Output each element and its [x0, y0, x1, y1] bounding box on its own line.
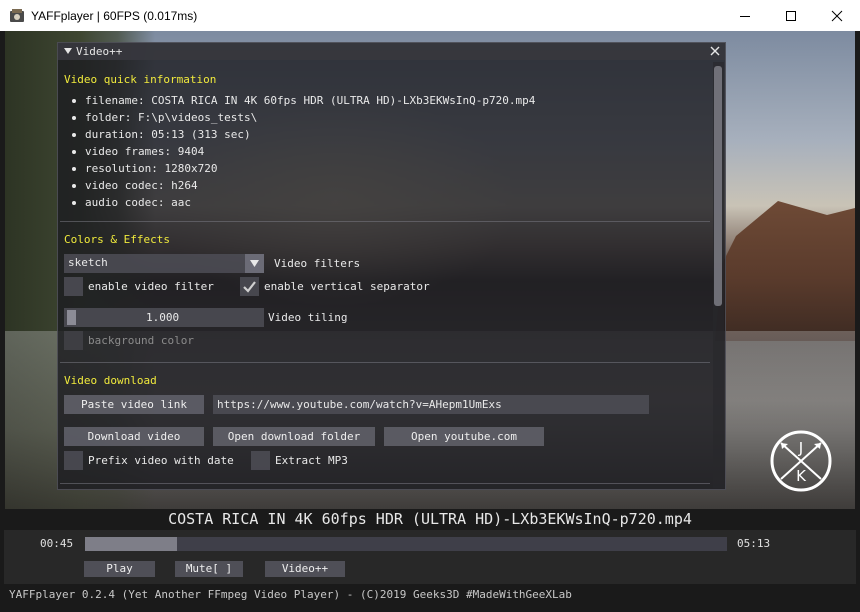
now-playing-filename: COSTA RICA IN 4K 60fps HDR (ULTRA HD)-LX… [0, 509, 860, 529]
video-filter-value: sketch [68, 256, 108, 269]
panel-title: Video++ [76, 45, 123, 58]
videopp-button[interactable]: Video++ [265, 561, 345, 577]
minimize-button[interactable] [722, 0, 768, 31]
section-separator [60, 221, 710, 222]
background-color-swatch[interactable] [64, 331, 83, 350]
info-resolution: resolution: 1280x720 [85, 162, 218, 175]
open-download-folder-button[interactable]: Open download folder [213, 427, 375, 446]
video-filter-label: Video filters [274, 257, 361, 270]
panel-scrollbar-thumb[interactable] [714, 66, 722, 306]
svg-text:J: J [798, 439, 803, 457]
bullet-icon [72, 150, 76, 154]
extract-mp3-label: Extract MP3 [275, 454, 348, 467]
info-folder: folder: F:\p\videos_tests\ [85, 111, 258, 124]
info-duration: duration: 05:13 (313 sec) [85, 128, 251, 141]
section-heading-info: Video quick information [64, 73, 217, 86]
videopp-panel[interactable]: Video++ Video quick information filename… [57, 42, 726, 490]
svg-text:K: K [796, 467, 807, 485]
video-tiling-label: Video tiling [268, 311, 348, 324]
enable-video-filter-label: enable video filter [88, 280, 214, 293]
section-heading-effects: Colors & Effects [64, 233, 170, 246]
window-titlebar: YAFFplayer | 60FPS (0.017ms) [0, 0, 860, 31]
close-icon [831, 10, 843, 21]
panel-titlebar[interactable]: Video++ [58, 43, 725, 60]
video-tiling-slider[interactable]: 1.000 [64, 308, 264, 327]
download-video-button[interactable]: Download video [64, 427, 204, 446]
mute-button[interactable]: Mute[ ] [175, 561, 243, 577]
maximize-button[interactable] [768, 0, 814, 31]
close-button[interactable] [814, 0, 860, 31]
maximize-icon [786, 10, 796, 21]
footer-credits: YAFFplayer 0.2.4 (Yet Another FFmpeg Vid… [9, 588, 572, 601]
checkmark-icon [243, 281, 256, 293]
panel-close-icon[interactable] [710, 46, 720, 56]
background-color-label: background color [88, 334, 194, 347]
info-filename: filename: COSTA RICA IN 4K 60fps HDR (UL… [85, 94, 536, 107]
seek-bar[interactable] [85, 537, 727, 551]
section-heading-download: Video download [64, 374, 157, 387]
bullet-icon [72, 167, 76, 171]
video-tiling-value: 1.000 [146, 311, 180, 324]
slider-grab[interactable] [67, 310, 76, 325]
seek-bar-progress [85, 537, 178, 551]
extract-mp3-checkbox[interactable] [251, 451, 270, 470]
dropdown-button[interactable] [245, 254, 264, 273]
jk-logo-icon: J K [770, 430, 832, 492]
bullet-icon [72, 116, 76, 120]
enable-video-filter-checkbox[interactable] [64, 277, 83, 296]
video-url-input[interactable]: https://www.youtube.com/watch?v=AHepm1Um… [213, 395, 649, 414]
video-filter-dropdown[interactable]: sketch [64, 254, 264, 273]
bullet-icon [72, 133, 76, 137]
paste-video-link-button[interactable]: Paste video link [64, 395, 204, 414]
current-time: 00:45 [40, 537, 74, 550]
open-youtube-button[interactable]: Open youtube.com [384, 427, 544, 446]
bullet-icon [72, 201, 76, 205]
collapse-arrow-icon[interactable] [63, 46, 73, 56]
app-icon [9, 8, 25, 24]
info-audio-codec: audio codec: aac [85, 196, 191, 209]
bullet-icon [72, 99, 76, 103]
prefix-date-label: Prefix video with date [88, 454, 234, 467]
info-frames: video frames: 9404 [85, 145, 205, 158]
play-button[interactable]: Play [84, 561, 155, 577]
total-time: 05:13 [737, 537, 771, 550]
bullet-icon [72, 184, 76, 188]
prefix-date-checkbox[interactable] [64, 451, 83, 470]
minimize-icon [740, 15, 750, 17]
vertical-separator-label: enable vertical separator [264, 280, 430, 293]
dropdown-arrow-icon [250, 260, 259, 267]
window-title: YAFFplayer | 60FPS (0.017ms) [31, 9, 198, 23]
section-separator [60, 483, 710, 484]
section-separator [60, 362, 710, 363]
panel-scrollbar[interactable] [713, 62, 724, 488]
video-scene-rocks [715, 201, 855, 341]
info-video-codec: video codec: h264 [85, 179, 198, 192]
video-url-value[interactable]: https://www.youtube.com/watch?v=AHepm1Um… [217, 398, 502, 412]
vertical-separator-checkbox[interactable] [240, 277, 259, 296]
